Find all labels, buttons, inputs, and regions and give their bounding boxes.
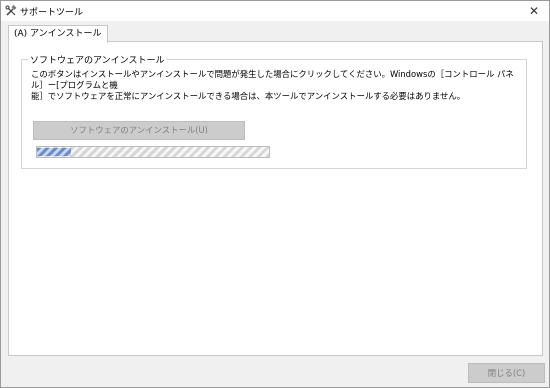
uninstall-software-button[interactable]: ソフトウェアのアンインストール(U) xyxy=(33,121,245,140)
progress-track xyxy=(37,147,269,157)
tab-uninstall[interactable]: (A) アンインストール xyxy=(8,25,108,43)
window-title: サポートツール xyxy=(20,8,84,18)
uninstall-groupbox: ソフトウェアのアンインストール このボタンはインストールやアンインストールで問題… xyxy=(21,53,527,169)
tools-icon xyxy=(5,5,17,16)
tab-panel-uninstall: ソフトウェアのアンインストール このボタンはインストールやアンインストールで問題… xyxy=(8,41,543,356)
description-line-1: このボタンはインストールやアンインストールで問題が発生した場合にクリックしてくだ… xyxy=(31,69,514,90)
description-line-2: 能］でソフトウェアを正常にアンインストールできる場合は、本ツールでアンインストー… xyxy=(31,91,466,101)
window-close-button[interactable]: ✕ xyxy=(519,1,549,21)
tab-strip: (A) アンインストール xyxy=(1,21,549,43)
support-tool-window: サポートツール ✕ (A) アンインストール ソフトウェアのアンインストール こ… xyxy=(0,0,550,388)
progress-marquee-indicator xyxy=(37,148,71,156)
title-bar: サポートツール ✕ xyxy=(1,1,549,21)
progress-bar xyxy=(36,146,270,158)
uninstall-description: このボタンはインストールやアンインストールで問題が発生した場合にクリックしてくだ… xyxy=(31,69,523,102)
group-title: ソフトウェアのアンインストール xyxy=(28,53,167,66)
close-button[interactable]: 閉じる(C) xyxy=(468,363,545,383)
